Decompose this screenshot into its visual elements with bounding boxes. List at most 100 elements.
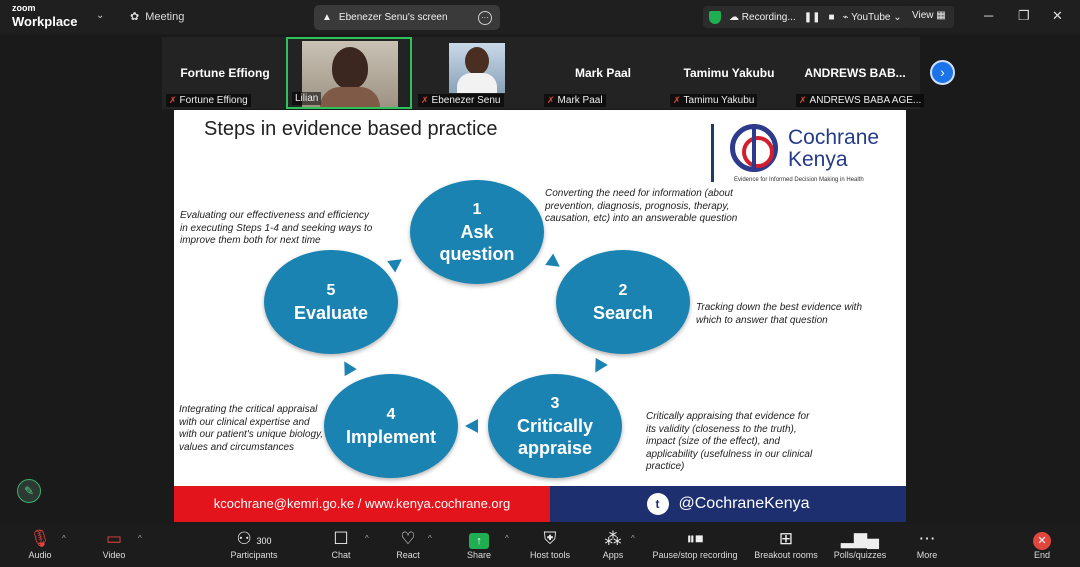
step-label: Implement bbox=[345, 427, 437, 447]
apps-icon: ⁂ bbox=[604, 529, 622, 548]
shared-slide: Steps in evidence based practice Cochran… bbox=[174, 110, 906, 522]
participant-label: ✗ Fortune Effiong bbox=[166, 94, 251, 107]
participants-button[interactable]: ⚇ 300 Participants bbox=[214, 528, 294, 560]
mic-muted-icon: ✗ bbox=[673, 95, 681, 105]
footer-twitter: t @CochraneKenya bbox=[550, 486, 906, 522]
more-icon: ⋯ bbox=[918, 529, 936, 548]
participant-tile[interactable]: ✗ Ebenezer Senu bbox=[414, 37, 540, 109]
recording-button[interactable]: ⏸⏹ Pause/stop recording bbox=[645, 528, 745, 560]
participants-icon: ⚇ 300 bbox=[236, 529, 272, 548]
chevron-up-icon[interactable]: ^ bbox=[138, 534, 142, 543]
note-implement: Integrating the critical appraisal with … bbox=[179, 404, 324, 453]
step-2-circle: 2 Search bbox=[556, 250, 690, 354]
logo-text-1: Cochrane bbox=[788, 126, 880, 149]
close-icon[interactable]: ✕ bbox=[1052, 8, 1063, 24]
participant-label: ✗ Tamimu Yakubu bbox=[670, 94, 758, 107]
step-number: 3 bbox=[550, 395, 560, 412]
twitter-handle: @CochraneKenya bbox=[678, 495, 810, 512]
logo-text-2: Kenya bbox=[788, 148, 848, 171]
end-button[interactable]: ✕ End bbox=[1002, 528, 1080, 560]
participant-tile-active[interactable]: Lilian bbox=[286, 37, 412, 109]
mic-muted-icon: ✗ bbox=[799, 95, 807, 105]
brand-big: Workplace bbox=[12, 14, 78, 29]
step-4-circle: 4 Implement bbox=[324, 374, 458, 478]
participant-label: Lilian bbox=[292, 92, 322, 105]
chevron-up-icon[interactable]: ^ bbox=[631, 534, 635, 543]
chevron-up-icon[interactable]: ^ bbox=[62, 534, 66, 543]
maximize-icon[interactable]: ❐ bbox=[1018, 8, 1030, 24]
annotate-pencil-icon[interactable]: ✎ bbox=[17, 479, 41, 503]
footer-contact: kcochrane@kemri.go.ke / www.kenya.cochra… bbox=[174, 486, 550, 522]
share-screen-icon: ↑ bbox=[469, 533, 489, 549]
note-search: Tracking down the best evidence with whi… bbox=[696, 302, 863, 326]
participant-name: Tamimu Yakubu bbox=[683, 66, 775, 80]
mic-muted-icon: ✗ bbox=[547, 95, 555, 105]
mic-muted-icon: ✗ bbox=[169, 95, 177, 105]
next-page-icon[interactable]: › bbox=[930, 60, 955, 85]
chevron-up-icon[interactable]: ^ bbox=[428, 534, 432, 543]
camera-off-icon: ▭ bbox=[105, 529, 123, 548]
meeting-icon: ✿ bbox=[130, 11, 140, 23]
participant-label: ✗ Mark Paal bbox=[544, 94, 606, 107]
cycle-arrow bbox=[465, 419, 478, 433]
recording-status[interactable]: ☁ Recording... bbox=[729, 12, 796, 23]
step-5-circle: 5 Evaluate bbox=[264, 250, 398, 354]
shield-icon bbox=[709, 10, 721, 24]
step-label: Evaluate bbox=[293, 303, 369, 323]
cycle-arrow bbox=[387, 253, 406, 273]
more-button[interactable]: ⋯ More bbox=[887, 528, 967, 560]
video-button[interactable]: ▭ Video ^ bbox=[74, 528, 154, 560]
share-user-icon: ▲ bbox=[322, 12, 332, 23]
screen-share-indicator[interactable]: ▲ Ebenezer Senu's screen ··· bbox=[314, 5, 500, 30]
step-label: Critically bbox=[516, 416, 594, 436]
share-button[interactable]: ↑ Share ^ bbox=[439, 528, 519, 560]
participant-video bbox=[449, 43, 505, 93]
more-options-icon[interactable]: ··· bbox=[478, 10, 492, 25]
step-label: appraise bbox=[517, 438, 593, 458]
cycle-arrow bbox=[545, 253, 564, 273]
twitter-icon: t bbox=[646, 493, 669, 515]
cycle-arrow bbox=[589, 357, 608, 377]
mic-muted-icon: ✗ bbox=[421, 95, 429, 105]
breakout-rooms-button[interactable]: ⊞ Breakout rooms bbox=[746, 528, 826, 560]
minimize-icon[interactable]: ─ bbox=[984, 8, 993, 23]
brand-small: zoom bbox=[12, 3, 36, 13]
participant-tile[interactable]: Mark Paal ✗ Mark Paal bbox=[540, 37, 666, 109]
pause-icon[interactable]: ❚❚ bbox=[804, 12, 821, 23]
participant-label: ✗ ANDREWS BABA AGE... bbox=[796, 94, 925, 107]
step-number: 2 bbox=[618, 282, 628, 299]
participant-name: Mark Paal bbox=[574, 66, 632, 80]
note-ask: Converting the need for information (abo… bbox=[545, 188, 738, 224]
react-button[interactable]: ♡ React ^ bbox=[368, 528, 448, 560]
participant-label: ✗ Ebenezer Senu bbox=[418, 94, 504, 107]
view-button[interactable]: View ▦ bbox=[904, 6, 954, 28]
title-bar: zoom Workplace ⌄ ✿ Meeting ▲ Ebenezer Se… bbox=[0, 0, 1080, 34]
status-group: ☁ Recording... ❚❚ ■ ⌁ YouTube ⌄ bbox=[703, 6, 908, 28]
step-label: Search bbox=[592, 303, 654, 323]
chevron-down-icon[interactable]: ⌄ bbox=[96, 10, 104, 21]
logo-divider bbox=[711, 124, 714, 182]
meeting-menu[interactable]: ✿ Meeting bbox=[130, 10, 184, 24]
share-label: Ebenezer Senu's screen bbox=[338, 12, 448, 23]
note-appraise: Critically appraising that evidence for … bbox=[646, 411, 813, 472]
heart-icon: ♡ bbox=[400, 529, 416, 548]
meeting-toolbar: 🎙 Audio ^ ▭ Video ^ ⚇ 300 Participants ☐ Cha… bbox=[0, 524, 1080, 567]
youtube-stream[interactable]: ⌁ YouTube ⌄ bbox=[843, 12, 902, 23]
stop-icon[interactable]: ■ bbox=[828, 12, 834, 23]
participant-tile[interactable]: Tamimu Yakubu ✗ Tamimu Yakubu bbox=[666, 37, 792, 109]
audio-button[interactable]: 🎙 Audio ^ bbox=[0, 528, 80, 560]
participant-name: ANDREWS BAB... bbox=[804, 66, 906, 80]
step-1-circle: 1 Ask question bbox=[410, 180, 544, 284]
pause-stop-icon: ⏸⏹ bbox=[686, 529, 704, 548]
cochrane-logo-icon bbox=[730, 124, 778, 172]
participant-tile[interactable]: ANDREWS BAB... ✗ ANDREWS BABA AGE... bbox=[792, 37, 925, 109]
zoom-logo: zoom Workplace bbox=[12, 3, 78, 29]
participant-strip: Fortune Effiong ✗ Fortune Effiong Lilian … bbox=[162, 37, 925, 109]
slide-title: Steps in evidence based practice bbox=[204, 118, 498, 140]
participant-name: Fortune Effiong bbox=[180, 66, 270, 80]
step-number: 5 bbox=[326, 282, 336, 299]
apps-button[interactable]: ⁂ Apps ^ bbox=[573, 528, 653, 560]
participant-tile[interactable]: Fortune Effiong ✗ Fortune Effiong bbox=[162, 37, 288, 109]
chevron-up-icon[interactable]: ^ bbox=[505, 534, 509, 543]
grid-icon: ⊞ bbox=[778, 529, 794, 548]
